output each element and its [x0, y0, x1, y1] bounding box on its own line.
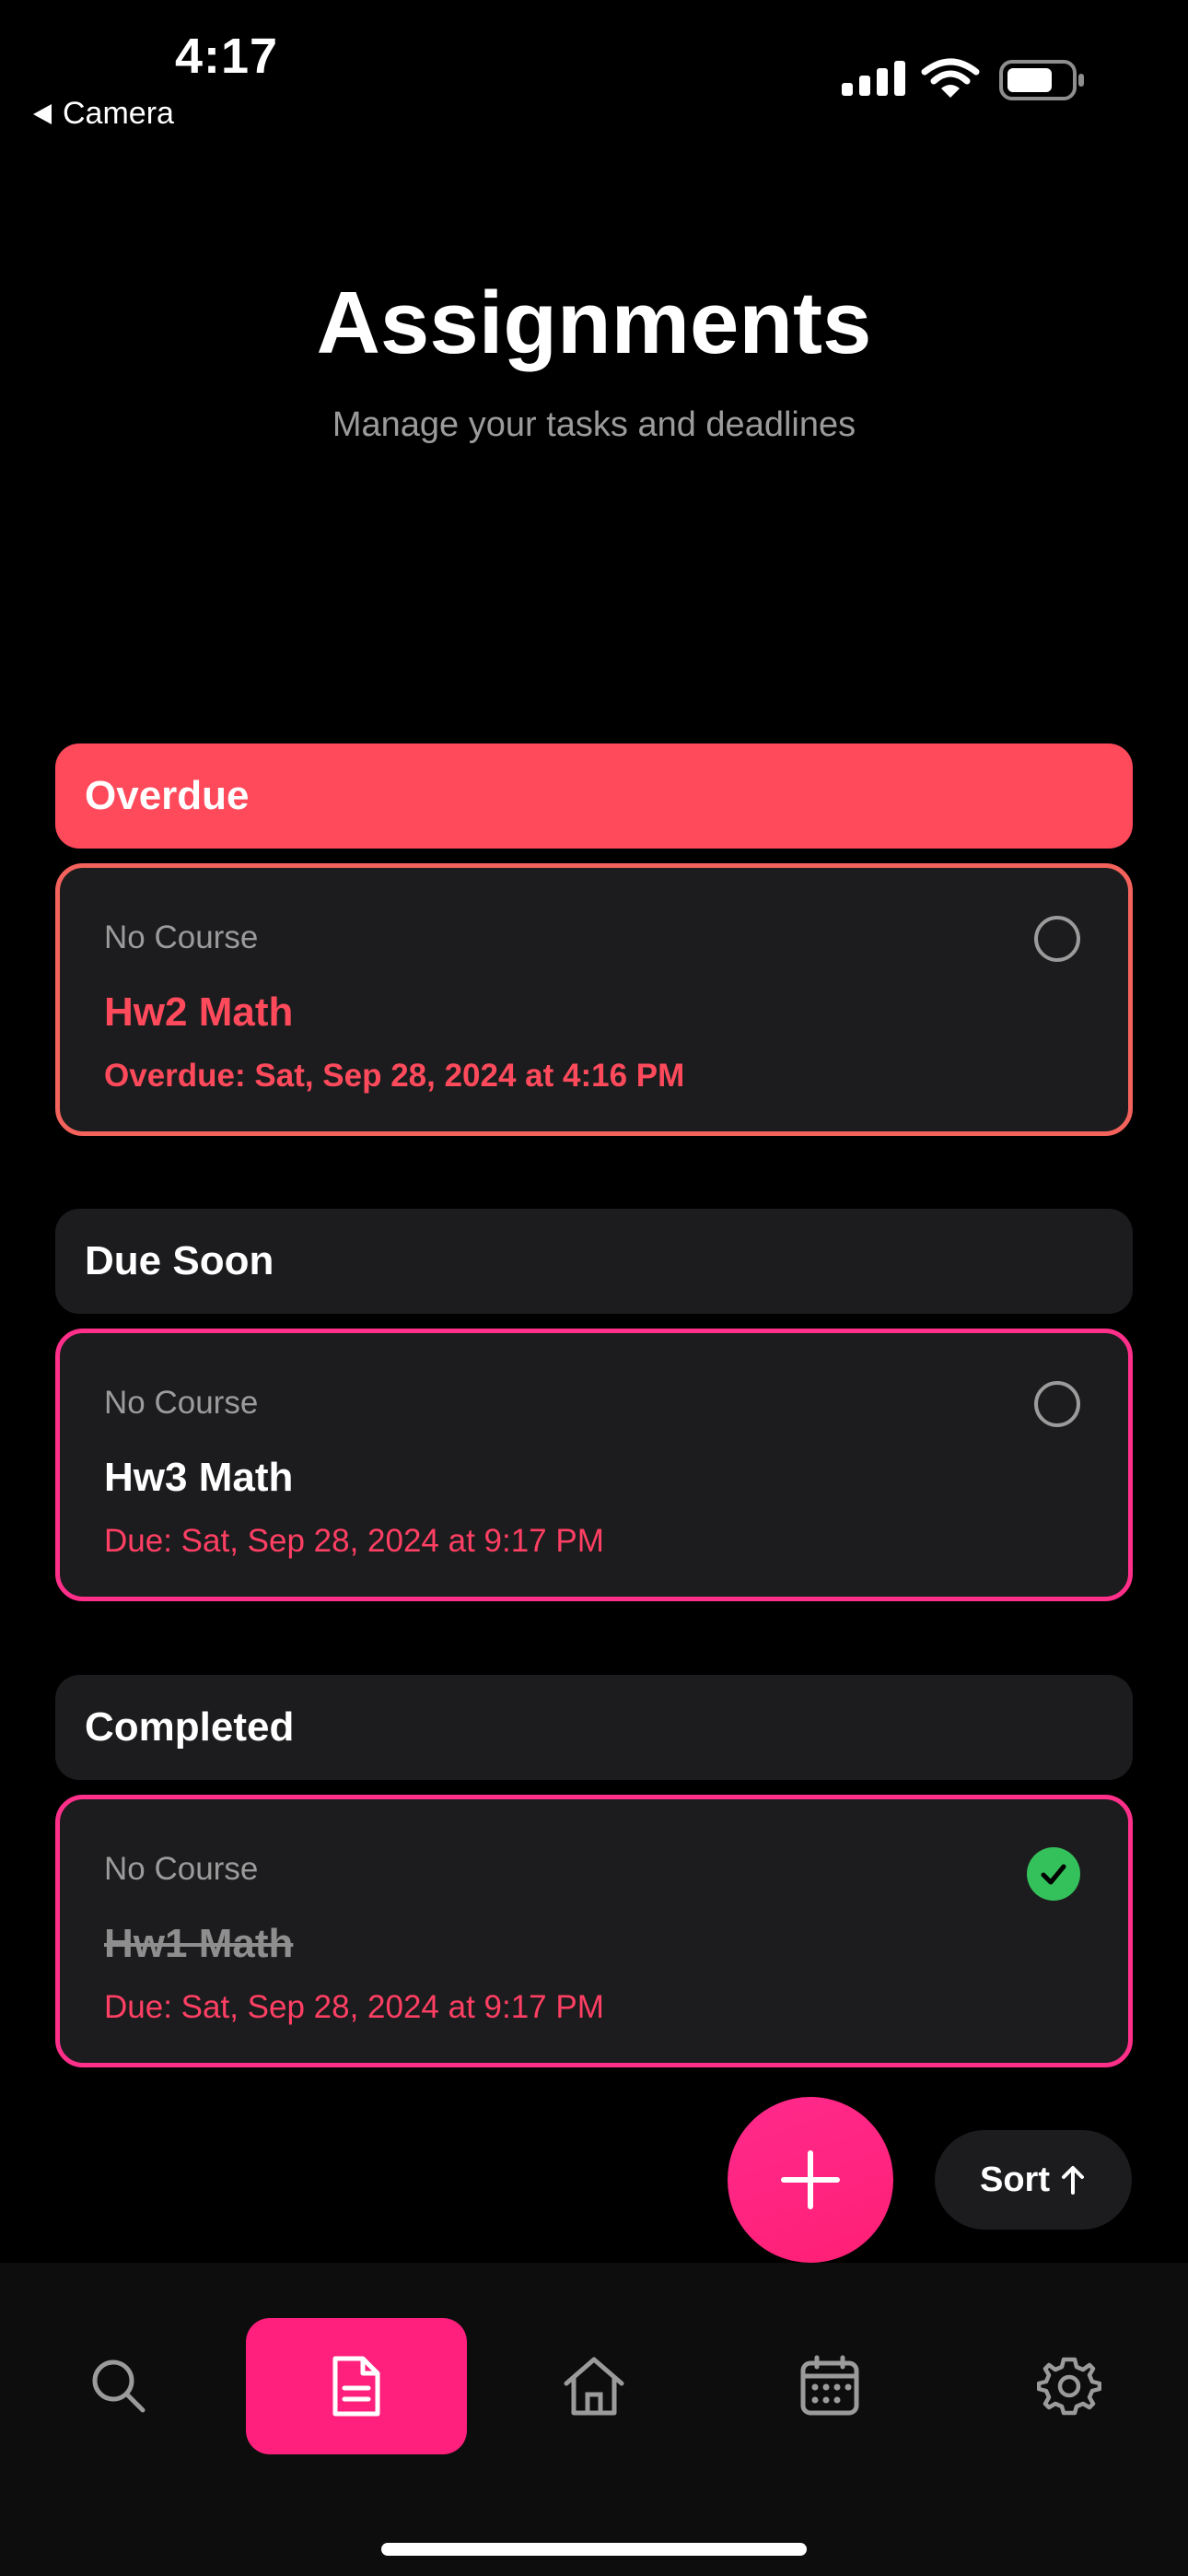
tab-home[interactable]: [532, 2318, 656, 2454]
wifi-icon: [921, 58, 980, 98]
assignment-card[interactable]: No Course Hw1 Math Due: Sat, Sep 28, 202…: [55, 1795, 1133, 2067]
assignment-card[interactable]: No Course Hw3 Math Due: Sat, Sep 28, 202…: [55, 1329, 1133, 1601]
assignment-name: Hw2 Math: [104, 989, 294, 1035]
course-label: No Course: [104, 1851, 259, 1887]
page-title: Assignments: [316, 274, 872, 372]
tab-search[interactable]: [59, 2318, 179, 2454]
section-header-overdue: Overdue: [55, 744, 1133, 849]
back-label: Camera: [63, 96, 174, 131]
assignment-card[interactable]: No Course Hw2 Math Overdue: Sat, Sep 28,…: [55, 863, 1133, 1136]
plus-icon: [781, 2150, 840, 2209]
assignment-name: Hw3 Math: [104, 1455, 294, 1500]
sort-label: Sort: [980, 2160, 1050, 2199]
complete-checkbox[interactable]: [1034, 1381, 1080, 1427]
gear-icon: [1037, 2357, 1101, 2416]
tab-assignments[interactable]: [246, 2318, 467, 2454]
due-date: Due: Sat, Sep 28, 2024 at 9:17 PM: [104, 1523, 604, 1559]
document-icon: [332, 2356, 380, 2417]
section-header-completed: Completed: [55, 1675, 1133, 1780]
course-label: No Course: [104, 1385, 259, 1421]
calendar-icon: [800, 2355, 859, 2416]
page-subtitle: Manage your tasks and deadlines: [332, 405, 856, 444]
add-assignment-button[interactable]: [728, 2097, 893, 2263]
cellular-signal-icon: [842, 61, 905, 96]
back-to-camera-link[interactable]: Camera: [33, 96, 174, 132]
arrow-up-icon: [1062, 2166, 1084, 2195]
due-date: Due: Sat, Sep 28, 2024 at 9:17 PM: [104, 1989, 604, 2025]
back-arrow-icon: [33, 103, 52, 124]
search-icon: [92, 2359, 146, 2413]
tab-settings[interactable]: [1007, 2318, 1131, 2454]
assignment-name: Hw1 Math: [104, 1921, 294, 1966]
section-header-due-soon: Due Soon: [55, 1209, 1133, 1314]
home-indicator: [381, 2543, 807, 2556]
complete-checkbox[interactable]: [1034, 916, 1080, 962]
battery-icon: [999, 60, 1084, 100]
home-icon: [564, 2357, 624, 2416]
due-date: Overdue: Sat, Sep 28, 2024 at 4:16 PM: [104, 1058, 685, 1094]
course-label: No Course: [104, 919, 259, 955]
checkmark-icon[interactable]: [1027, 1847, 1080, 1901]
sort-button[interactable]: Sort: [935, 2130, 1132, 2230]
status-time: 4:17: [175, 29, 279, 84]
tab-calendar[interactable]: [770, 2318, 890, 2454]
